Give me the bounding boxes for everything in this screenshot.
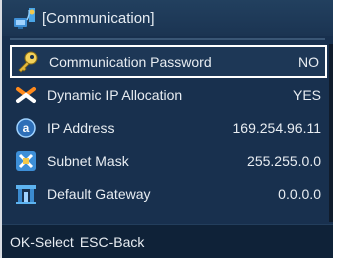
menu-item-subnet-mask[interactable]: Subnet Mask 255.255.0.0 bbox=[10, 144, 327, 177]
subnet-mask-icon bbox=[13, 148, 39, 174]
svg-text:a: a bbox=[23, 121, 30, 135]
menu-item-value: YES bbox=[292, 86, 321, 103]
menu-item-label: Subnet Mask bbox=[47, 152, 129, 169]
key-icon bbox=[15, 49, 41, 75]
menu-item-value: 0.0.0.0 bbox=[278, 185, 321, 202]
title-bar: [Communication] bbox=[2, 0, 333, 36]
menu-item-label: Dynamic IP Allocation bbox=[47, 86, 183, 103]
menu-item-value: 255.255.0.0 bbox=[247, 152, 321, 169]
menu-item-communication-password[interactable]: Communication Password NO bbox=[10, 45, 327, 78]
menu-item-value: NO bbox=[298, 53, 319, 70]
communication-menu-screen: [Communication] Communication Password N… bbox=[0, 0, 339, 258]
network-settings-icon bbox=[14, 8, 35, 29]
gateway-icon bbox=[13, 181, 39, 207]
footer-hint-bar: OK-Select ESC-Back bbox=[2, 224, 333, 258]
title-divider bbox=[10, 38, 325, 40]
menu-item-label: Communication Password bbox=[49, 53, 212, 70]
menu-list: Communication Password NO Dynamic IP All… bbox=[10, 45, 327, 210]
esc-back-hint: ESC-Back bbox=[79, 233, 145, 250]
menu-item-ip-address[interactable]: a IP Address 169.254.96.11 bbox=[10, 111, 327, 144]
ok-select-hint: OK-Select bbox=[10, 233, 74, 250]
scrollbar[interactable] bbox=[329, 44, 333, 222]
menu-item-label: Default Gateway bbox=[47, 185, 151, 202]
menu-item-default-gateway[interactable]: Default Gateway 0.0.0.0 bbox=[10, 177, 327, 210]
menu-item-label: IP Address bbox=[47, 119, 115, 136]
menu-item-value: 169.254.96.11 bbox=[232, 119, 322, 136]
dynamic-ip-icon bbox=[13, 82, 39, 108]
menu-item-dynamic-ip-allocation[interactable]: Dynamic IP Allocation YES bbox=[10, 78, 327, 111]
page-title: [Communication] bbox=[42, 9, 155, 27]
ip-address-icon: a bbox=[13, 115, 39, 141]
